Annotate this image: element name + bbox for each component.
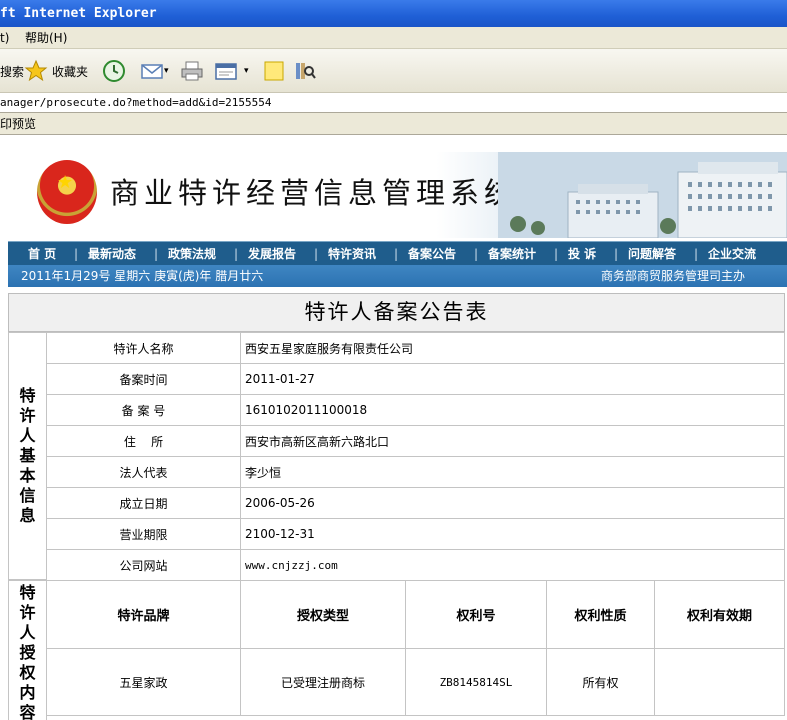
label-address: 住 所	[46, 425, 241, 457]
nav-separator: |	[314, 247, 319, 261]
search-button[interactable]: 搜索	[0, 57, 24, 85]
section-basic-info: 特许人基本信息	[8, 332, 47, 580]
nav-item-exchange[interactable]: 企业交流	[708, 242, 756, 266]
menu-item-help[interactable]: 帮助(H)	[25, 27, 67, 49]
nav-item-franchise-info[interactable]: 特许资讯	[328, 242, 376, 266]
section-basic-label: 特许人基本信息	[19, 386, 36, 525]
site-banner: ★ 商业特许经营信息管理系统	[8, 152, 787, 238]
page-viewport: ★ 商业特许经营信息管理系统 首 页 | 最新动态 | 政策法规 | 发展报告	[0, 135, 787, 720]
label-filing-date: 备案时间	[46, 363, 241, 395]
nav-separator: |	[614, 247, 619, 261]
value-founded-date: 2006-05-26	[240, 487, 785, 519]
discuss-button[interactable]	[262, 57, 286, 85]
nav-item-faq[interactable]: 问题解答	[628, 242, 676, 266]
nav-item-filing-stats[interactable]: 备案统计	[488, 242, 536, 266]
sponsor-text: 商务部商贸服务管理司主办	[600, 269, 745, 283]
value-business-term: 2100-12-31	[240, 518, 785, 550]
value-filing-number: 1610102011100018	[240, 394, 785, 426]
nav-separator: |	[394, 247, 399, 261]
nav-item-reports[interactable]: 发展报告	[248, 242, 296, 266]
label-website: 公司网站	[46, 549, 241, 581]
nav-item-home[interactable]: 首 页	[28, 242, 56, 266]
window-title-bar: ft Internet Explorer	[0, 0, 787, 27]
mail-button[interactable]: ▾	[140, 57, 169, 85]
current-date: 2011年1月29号 星期六 庚寅(虎)年 腊月廿六	[21, 269, 264, 283]
favorites-button[interactable]: 收藏夹	[24, 57, 88, 85]
printer-icon	[181, 61, 203, 81]
nav-separator: |	[154, 247, 159, 261]
value-address: 西安市高新区高新六路北口	[240, 425, 785, 457]
favorites-label: 收藏夹	[52, 64, 89, 79]
nav-separator: |	[74, 247, 79, 261]
cell-right-validity	[654, 648, 785, 716]
toolbar: 搜索 收藏夹 ▾ ▾	[0, 49, 787, 93]
section-auth-label: 特许人授权内容	[19, 582, 36, 720]
value-franchisor-name: 西安五星家庭服务有限责任公司	[240, 332, 785, 364]
star-icon	[24, 59, 48, 82]
cell-right-nature: 所有权	[546, 648, 655, 716]
nav-separator: |	[694, 247, 699, 261]
print-button[interactable]	[180, 57, 204, 85]
edit-dropdown-icon[interactable]: ▾	[244, 66, 249, 76]
nav-item-policy[interactable]: 政策法规	[168, 242, 216, 266]
nav-item-complaints[interactable]: 投 诉	[568, 242, 596, 266]
value-legal-rep: 李少恒	[240, 456, 785, 488]
label-franchisor-name: 特许人名称	[46, 332, 241, 364]
edit-button[interactable]: ▾	[214, 57, 249, 85]
cell-right-number: ZB8145814SL	[405, 648, 547, 716]
nav-item-news[interactable]: 最新动态	[88, 242, 136, 266]
nav-separator: |	[234, 247, 239, 261]
print-preview-label: 印预览	[0, 117, 37, 131]
search-label: 搜索	[0, 64, 25, 79]
site-title: 商业特许经营信息管理系统	[110, 176, 519, 210]
nav-separator: |	[554, 247, 559, 261]
label-filing-number: 备 案 号	[46, 394, 241, 426]
value-website: www.cnjzzj.com	[240, 549, 785, 581]
mail-dropdown-icon[interactable]: ▾	[164, 66, 169, 76]
edit-page-icon	[215, 63, 237, 80]
label-business-term: 营业期限	[46, 518, 241, 550]
cell-brand: 五星家政	[46, 648, 241, 716]
header-auth-type: 授权类型	[240, 580, 406, 649]
value-filing-date: 2011-01-27	[240, 363, 785, 395]
menu-bar: t) 帮助(H)	[0, 27, 787, 49]
main-nav: 首 页 | 最新动态 | 政策法规 | 发展报告 | 特许资讯 | 备案公告 |…	[8, 241, 787, 265]
research-button[interactable]	[293, 57, 317, 85]
history-icon	[103, 60, 125, 82]
label-legal-rep: 法人代表	[46, 456, 241, 488]
mail-icon	[141, 64, 163, 79]
address-bar[interactable]: anager/prosecute.do?method=add&id=215555…	[0, 93, 787, 113]
print-preview-bar[interactable]: 印预览	[0, 113, 787, 135]
history-button[interactable]	[102, 57, 126, 85]
label-founded-date: 成立日期	[46, 487, 241, 519]
window-title: ft Internet Explorer	[0, 6, 157, 21]
header-right-number: 权利号	[405, 580, 547, 649]
nav-item-filing-notice[interactable]: 备案公告	[408, 242, 456, 266]
header-right-nature: 权利性质	[546, 580, 655, 649]
header-brand: 特许品牌	[46, 580, 241, 649]
section-authorization: 特许人授权内容	[8, 580, 47, 720]
note-icon	[264, 61, 284, 81]
menu-item-tools[interactable]: t)	[0, 27, 9, 49]
buildings-image	[498, 152, 787, 238]
header-right-validity: 权利有效期	[654, 580, 785, 649]
national-emblem-icon: ★	[37, 160, 97, 224]
research-icon	[296, 63, 316, 79]
address-url: anager/prosecute.do?method=add&id=215555…	[0, 96, 272, 109]
table-title: 特许人备案公告表	[8, 293, 785, 332]
nav-separator: |	[474, 247, 479, 261]
cell-auth-type: 已受理注册商标	[240, 648, 406, 716]
date-bar: 2011年1月29号 星期六 庚寅(虎)年 腊月廿六 商务部商贸服务管理司主办	[8, 265, 787, 287]
